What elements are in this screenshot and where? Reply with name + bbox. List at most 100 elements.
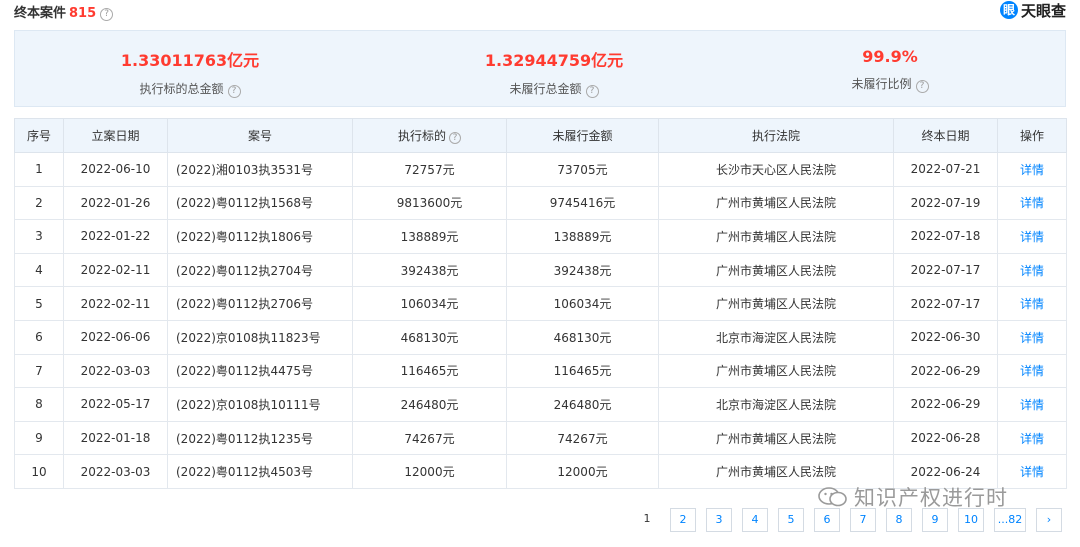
- cell-filed-date: 2022-05-17: [63, 387, 168, 422]
- cell-target-amount: 116465元: [352, 353, 507, 389]
- col-header-end-date: 终本日期: [893, 118, 998, 153]
- next-page-button[interactable]: ›: [1036, 508, 1062, 532]
- cell-case-number: (2022)京0108执11823号: [167, 319, 353, 355]
- section-title: 终本案件 815?: [14, 2, 114, 21]
- cell-end-date: 2022-06-29: [893, 387, 998, 422]
- cell-target-amount: 9813600元: [352, 185, 507, 221]
- cell-target-amount: 246480元: [352, 387, 507, 422]
- cell-index: 7: [14, 353, 64, 389]
- page-header: 终本案件 815? 眼 天眼查: [14, 0, 1066, 22]
- details-link[interactable]: 详情: [997, 252, 1067, 288]
- col-header-court: 执行法院: [658, 118, 894, 153]
- table-row: 6 2022-06-06 (2022)京0108执11823号 468130元 4681…: [14, 319, 1067, 355]
- cell-unpaid-amount: 106034元: [506, 286, 659, 321]
- brand-logo[interactable]: 眼 天眼查: [999, 0, 1066, 20]
- cell-filed-date: 2022-06-06: [63, 319, 168, 355]
- table-row: 7 2022-03-03 (2022)粤0112执4475号 116465元 11646…: [14, 353, 1067, 389]
- cell-unpaid-amount: 138889元: [506, 219, 659, 254]
- help-icon[interactable]: ?: [100, 8, 114, 21]
- cell-end-date: 2022-07-17: [893, 286, 998, 321]
- cell-end-date: 2022-07-17: [893, 252, 998, 288]
- details-link[interactable]: 详情: [997, 152, 1067, 187]
- cell-case-number: (2022)粤0112执1806号: [167, 219, 353, 254]
- table-row: 2 2022-01-26 (2022)粤0112执1568号 9813600元 9745…: [14, 185, 1067, 221]
- cell-filed-date: 2022-02-11: [63, 286, 168, 321]
- stat-total-unpaid: 1.32944759亿元 未履行总金额?: [404, 47, 704, 98]
- cell-target-amount: 74267元: [352, 420, 507, 456]
- brand-name: 天眼查: [1020, 1, 1066, 20]
- cell-target-amount: 468130元: [352, 319, 507, 355]
- page-current: 1: [643, 512, 651, 525]
- cell-target-amount: 72757元: [352, 152, 507, 187]
- stat-total-target-value: 1.33011763亿元: [120, 51, 260, 70]
- cell-case-number: (2022)粤0112执2704号: [167, 252, 353, 288]
- cell-court: 广州市黄埔区人民法院: [658, 353, 894, 389]
- cases-table: 序号 立案日期 案号 执行标的? 未履行金额 执行法院 终本日期 操作 1 202…: [14, 118, 1067, 489]
- help-icon[interactable]: ?: [585, 85, 599, 98]
- col-header-case-number: 案号: [167, 118, 353, 153]
- cell-court: 北京市海淀区人民法院: [658, 387, 894, 422]
- section-title-label: 终本案件: [14, 6, 67, 21]
- page-link[interactable]: 5: [778, 508, 804, 532]
- cell-filed-date: 2022-02-11: [63, 252, 168, 288]
- cell-unpaid-amount: 468130元: [506, 319, 659, 355]
- cell-target-amount: 138889元: [352, 219, 507, 254]
- cell-end-date: 2022-07-19: [893, 185, 998, 221]
- stat-total-unpaid-label: 未履行总金额?: [404, 80, 704, 98]
- details-link[interactable]: 详情: [997, 286, 1067, 321]
- cell-filed-date: 2022-01-22: [63, 219, 168, 254]
- cell-end-date: 2022-06-28: [893, 420, 998, 456]
- cell-index: 2: [14, 185, 64, 221]
- col-header-action: 操作: [997, 118, 1067, 153]
- cell-court: 广州市黄埔区人民法院: [658, 420, 894, 456]
- table-row: 4 2022-02-11 (2022)粤0112执2704号 392438元 39243…: [14, 252, 1067, 288]
- case-count: 815: [69, 6, 97, 21]
- col-header-unpaid-amount: 未履行金额: [506, 118, 659, 153]
- details-link[interactable]: 详情: [997, 185, 1067, 221]
- cell-end-date: 2022-06-29: [893, 353, 998, 389]
- cell-court: 北京市海淀区人民法院: [658, 319, 894, 355]
- col-header-target-amount: 执行标的?: [352, 118, 507, 153]
- col-header-index: 序号: [14, 118, 64, 153]
- cell-index: 8: [14, 387, 64, 422]
- details-link[interactable]: 详情: [997, 353, 1067, 389]
- cell-case-number: (2022)粤0112执1235号: [167, 420, 353, 456]
- cell-unpaid-amount: 246480元: [506, 387, 659, 422]
- cell-index: 10: [14, 454, 64, 489]
- details-link[interactable]: 详情: [997, 420, 1067, 456]
- table-row: 1 2022-06-10 (2022)湘0103执3531号 72757元 73705元…: [14, 152, 1067, 187]
- help-icon[interactable]: ?: [449, 132, 461, 144]
- cell-index: 1: [14, 152, 64, 187]
- stat-unpaid-ratio: 99.9% 未履行比例?: [740, 47, 1040, 93]
- page-link[interactable]: 3: [706, 508, 732, 532]
- details-link[interactable]: 详情: [997, 319, 1067, 355]
- watermark: 知识产权进行时: [818, 482, 1008, 512]
- summary-panel: 1.33011763亿元 执行标的总金额? 1.32944759亿元 未履行总金…: [14, 30, 1066, 107]
- wechat-icon: [818, 487, 847, 507]
- page-link[interactable]: 2: [670, 508, 696, 532]
- cell-index: 3: [14, 219, 64, 254]
- cell-index: 5: [14, 286, 64, 321]
- details-link[interactable]: 详情: [997, 219, 1067, 254]
- cell-index: 9: [14, 420, 64, 456]
- cell-end-date: 2022-07-21: [893, 152, 998, 187]
- cell-case-number: (2022)京0108执10111号: [167, 387, 353, 422]
- stat-total-target: 1.33011763亿元 执行标的总金额?: [40, 47, 340, 98]
- help-icon[interactable]: ?: [915, 80, 929, 93]
- cell-index: 4: [14, 252, 64, 288]
- cell-case-number: (2022)粤0112执2706号: [167, 286, 353, 321]
- cell-filed-date: 2022-03-03: [63, 353, 168, 389]
- page-link[interactable]: 4: [742, 508, 768, 532]
- cell-index: 6: [14, 319, 64, 355]
- cell-end-date: 2022-07-18: [893, 219, 998, 254]
- stat-total-target-label: 执行标的总金额?: [40, 80, 340, 98]
- cell-case-number: (2022)湘0103执3531号: [167, 152, 353, 187]
- cell-case-number: (2022)粤0112执1568号: [167, 185, 353, 221]
- cell-filed-date: 2022-03-03: [63, 454, 168, 489]
- help-icon[interactable]: ?: [227, 85, 241, 98]
- table-row: 5 2022-02-11 (2022)粤0112执2706号 106034元 10603…: [14, 286, 1067, 321]
- stat-unpaid-ratio-label: 未履行比例?: [740, 75, 1040, 93]
- table-row: 9 2022-01-18 (2022)粤0112执1235号 74267元 74267元…: [14, 420, 1067, 456]
- details-link[interactable]: 详情: [997, 387, 1067, 422]
- cell-unpaid-amount: 74267元: [506, 420, 659, 456]
